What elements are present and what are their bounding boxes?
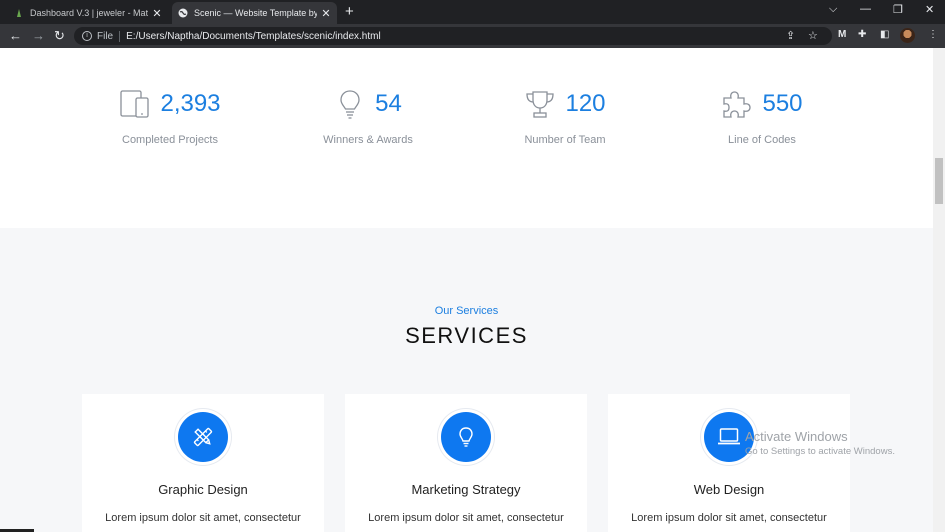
stat-label: Number of Team: [524, 134, 606, 146]
stat-label: Winners & Awards: [323, 134, 413, 146]
service-icon-circle: [178, 412, 228, 462]
stat-item: 2,393 Completed Projects: [70, 88, 270, 146]
info-icon[interactable]: i: [82, 31, 92, 41]
service-card-title: Marketing Strategy: [411, 482, 521, 497]
service-card[interactable]: Marketing Strategy Lorem ipsum dolor sit…: [345, 394, 587, 532]
service-card-text: Lorem ipsum dolor sit amet, consectetur: [105, 512, 301, 524]
reload-icon[interactable]: ↻: [54, 28, 65, 44]
service-icon-circle: [441, 412, 491, 462]
tab-search-icon[interactable]: ⌵: [829, 3, 837, 16]
menu-kebab-icon[interactable]: ⋮: [928, 29, 938, 40]
stat-item: 54 Winners & Awards: [268, 88, 468, 146]
address-bar[interactable]: i File E:/Users/Naptha/Documents/Templat…: [74, 27, 832, 45]
service-card-title: Web Design: [693, 482, 765, 497]
section-subtitle: Our Services: [434, 305, 499, 317]
lightbulb-icon: [340, 90, 360, 119]
browser-tab-scenic[interactable]: Scenic — Website Template by C ✕: [172, 2, 337, 24]
stat-value: 2,393: [160, 90, 221, 117]
watermark-subtitle: Go to Settings to activate Windows.: [745, 446, 895, 457]
url-scheme: File: [97, 30, 114, 42]
service-card[interactable]: Graphic Design Lorem ipsum dolor sit ame…: [82, 394, 324, 532]
bookmark-star-icon[interactable]: ☆: [808, 29, 818, 42]
browser-toolbar: ← → ↻ i File E:/Users/Naptha/Documents/T…: [0, 24, 945, 48]
activate-windows-watermark: Activate Windows Go to Settings to activ…: [745, 429, 895, 457]
share-icon[interactable]: ⇪: [786, 29, 795, 42]
forward-arrow-icon[interactable]: →: [32, 28, 45, 44]
stat-value: 120: [565, 90, 606, 117]
stat-item: 120 Number of Team: [465, 88, 665, 146]
minimize-icon[interactable]: —: [860, 3, 871, 15]
back-arrow-icon[interactable]: ←: [9, 28, 22, 44]
stat-label: Completed Projects: [122, 134, 218, 146]
close-tab-icon[interactable]: ✕: [152, 7, 162, 20]
section-title: SERVICES: [405, 323, 528, 348]
laptop-icon: [718, 428, 740, 445]
url-divider: [119, 30, 121, 42]
new-tab-button[interactable]: +: [345, 3, 354, 20]
restore-icon[interactable]: ❐: [893, 3, 903, 16]
service-card-text: Lorem ipsum dolor sit amet, consectetur: [368, 512, 564, 524]
page-scrollbar[interactable]: [933, 48, 945, 532]
trophy-icon: [526, 91, 555, 118]
stat-label: Line of Codes: [728, 134, 796, 146]
stat-value: 54: [375, 90, 402, 117]
page-viewport: 2,393 Completed Projects 54 Winners & Aw…: [0, 48, 933, 532]
globe-icon: [178, 8, 188, 18]
stat-item: 550 Line of Codes: [662, 88, 862, 146]
service-card[interactable]: Web Design Lorem ipsum dolor sit amet, c…: [608, 394, 850, 532]
close-window-icon[interactable]: ✕: [925, 3, 934, 16]
scrollbar-thumb[interactable]: [935, 158, 943, 204]
stat-value: 550: [762, 90, 803, 117]
browser-tab-strip: Dashboard V.3 | jeweler - Materi ✕ Sceni…: [0, 0, 945, 24]
watermark-title: Activate Windows: [745, 429, 848, 444]
tab-title: Dashboard V.3 | jeweler - Materi: [30, 8, 148, 18]
tab-title: Scenic — Website Template by C: [194, 8, 317, 18]
stats-section: 2,393 Completed Projects 54 Winners & Aw…: [0, 48, 933, 228]
lightbulb-icon: [459, 427, 473, 447]
services-section: Our Services SERVICES Graphic Design Lor…: [0, 228, 933, 532]
service-card-text: Lorem ipsum dolor sit amet, consectetur: [631, 512, 827, 524]
extension-m-icon[interactable]: M: [838, 29, 846, 40]
pencil-ruler-icon: [193, 427, 213, 447]
url-text[interactable]: E:/Users/Naptha/Documents/Templates/scen…: [126, 31, 381, 42]
browser-tab-dashboard[interactable]: Dashboard V.3 | jeweler - Materi ✕: [8, 2, 168, 24]
tab-favicon-icon: [17, 9, 21, 17]
service-card-title: Graphic Design: [158, 482, 248, 497]
side-panel-icon[interactable]: ◧: [880, 29, 889, 40]
puzzle-icon: [723, 91, 752, 118]
tablet-icon: [120, 90, 150, 118]
extensions-puzzle-icon[interactable]: ✚: [858, 29, 866, 40]
profile-avatar[interactable]: [900, 28, 915, 43]
close-tab-icon[interactable]: ✕: [321, 7, 331, 20]
